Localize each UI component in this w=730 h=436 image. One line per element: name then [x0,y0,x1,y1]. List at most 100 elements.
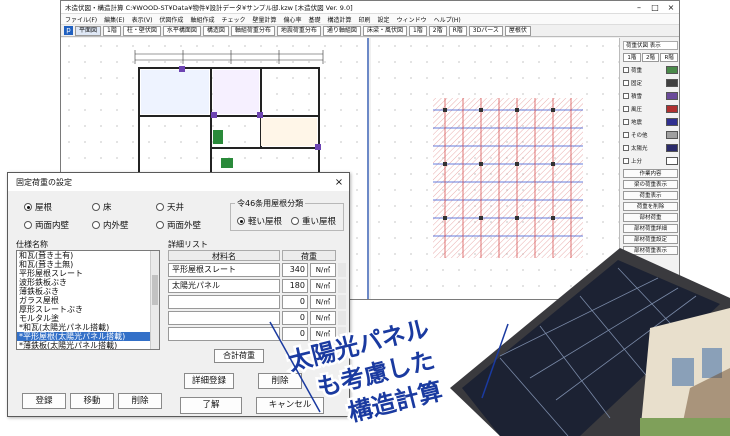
toolbar-tab[interactable]: 柱・壁伏図 [122,25,161,36]
menu-item[interactable]: 設定 [378,15,390,24]
list-item[interactable]: 薄鉄板ぶき [17,287,159,296]
panel-button[interactable]: 梁の荷重表示 [623,180,678,189]
layer-checkbox[interactable] [623,80,629,86]
menu-item[interactable]: 基礎 [309,15,321,24]
menu-item[interactable]: ファイル(F) [65,15,97,24]
layer-color-swatch[interactable] [666,131,678,139]
scroll-thumb[interactable] [152,275,158,305]
minimize-icon[interactable]: – [631,1,647,13]
spec-listbox[interactable]: 和瓦(葺き土有) 和瓦(葺き土無) 平形屋根スレート 波形鉄板ぶき 薄鉄板ぶき … [16,250,160,350]
menu-item[interactable]: 編集(E) [104,15,124,24]
load-value-field[interactable]: 340 [282,263,308,277]
toolbar-tab[interactable]: 床梁・風伏図 [362,25,407,36]
toolbar-tab[interactable]: 3Dパース [468,25,503,36]
layer-color-swatch[interactable] [666,92,678,100]
radio-ceiling[interactable]: 天井 [156,201,184,213]
layer-checkbox[interactable] [623,119,629,125]
close-icon[interactable]: × [329,177,349,188]
menu-item[interactable]: 印刷 [359,15,371,24]
menu-item[interactable]: 構造計算 [328,15,352,24]
floor-button[interactable]: 1階 [623,53,641,62]
list-item[interactable]: 波形鉄板ぶき [17,278,159,287]
menu-item[interactable]: 軸組作成 [190,15,214,24]
list-item[interactable]: 厚形スレートぶき [17,305,159,314]
toolbar-tab[interactable]: 1階 [408,25,427,36]
toolbar-tab[interactable]: 地震荷重分布 [276,25,321,36]
delete-spec-button[interactable]: 削除 [118,393,162,409]
floor-button[interactable]: R階 [660,53,679,62]
menu-item[interactable]: ヘルプ(H) [434,15,461,24]
layer-row[interactable]: 積雪 [623,91,678,101]
panel-header[interactable]: 荷重伏図 表示 [623,41,678,50]
list-scrollbar[interactable] [150,251,159,349]
radio-floor[interactable]: 床 [92,201,112,213]
material-name-field[interactable]: 太陽光パネル [168,279,280,293]
move-button[interactable]: 移動 [70,393,114,409]
toolbar-tab[interactable]: 平面図 [75,25,102,36]
list-item[interactable]: モルタル塗 [17,314,159,323]
toolbar-tab[interactable]: 屋根伏 [504,25,531,36]
radio-both-outer-walls[interactable]: 両面外壁 [156,219,201,231]
radio-light-roof[interactable]: 軽い屋根 [237,215,282,227]
layer-color-swatch[interactable] [666,66,678,74]
panel-button[interactable]: 荷重を削除 [623,202,678,211]
layer-checkbox[interactable] [623,93,629,99]
ok-button[interactable]: 了解 [180,397,242,414]
layer-row[interactable]: その他 [623,130,678,140]
layer-color-swatch[interactable] [666,79,678,87]
floor-button[interactable]: 2階 [641,53,660,62]
toolbar-tab[interactable]: 通り軸組図 [322,25,361,36]
panel-button[interactable]: 部材荷重 [623,213,678,222]
layer-checkbox[interactable] [623,158,629,164]
register-button[interactable]: 登録 [22,393,66,409]
panel-button[interactable]: 部材荷重詳細 [623,224,678,233]
menu-item[interactable]: 伏図作成 [159,15,183,24]
layer-checkbox[interactable] [623,145,629,151]
close-window-icon[interactable]: × [663,1,679,13]
list-item[interactable]: 和瓦(葺き土有) [17,251,159,260]
toolbar-tab[interactable]: 水平構面図 [162,25,201,36]
list-item[interactable]: 平形屋根スレート [17,269,159,278]
layer-color-swatch[interactable] [666,118,678,126]
maximize-icon[interactable]: □ [647,1,663,13]
list-item-selected[interactable]: *平形屋根(太陽光パネル搭載) [17,332,159,341]
row-scroll-icon[interactable] [338,279,346,293]
list-item[interactable]: 和瓦(葺き土無) [17,260,159,269]
layer-color-swatch[interactable] [666,105,678,113]
layer-row[interactable]: 太陽光 [623,143,678,153]
layer-row[interactable]: 固定 [623,78,678,88]
menu-item[interactable]: 壁量計算 [252,15,276,24]
list-item[interactable]: *和瓦(太陽光パネル搭載) [17,323,159,332]
toolbar-tab[interactable]: R階 [448,25,467,36]
layer-row[interactable]: 風圧 [623,104,678,114]
detail-register-button[interactable]: 詳細登録 [184,373,234,389]
layer-row[interactable]: 荷重 [623,65,678,75]
toolbar-tab[interactable]: 軸組荷重分布 [230,25,275,36]
material-name-field[interactable]: 平形屋根スレート [168,263,280,277]
toolbar-tab[interactable]: 構造図 [202,25,229,36]
list-item[interactable]: ガラス屋根 [17,296,159,305]
list-item[interactable]: *薄鉄板(太陽光パネル搭載) [17,341,159,349]
layer-checkbox[interactable] [623,132,629,138]
layer-color-swatch[interactable] [666,157,678,165]
layer-checkbox[interactable] [623,67,629,73]
layer-checkbox[interactable] [623,106,629,112]
row-scroll-icon[interactable] [338,263,346,277]
menu-item[interactable]: チェック [221,15,245,24]
radio-heavy-roof[interactable]: 重い屋根 [291,215,336,227]
radio-inner-outer-walls[interactable]: 内外壁 [92,219,129,231]
toolbar-tab[interactable]: 2階 [428,25,447,36]
panel-button[interactable]: 作業内容 [623,169,678,178]
radio-both-inner-walls[interactable]: 両面内壁 [24,219,69,231]
menu-item[interactable]: ウィンドウ [397,15,427,24]
menu-item[interactable]: 偏心率 [283,15,301,24]
load-value-field[interactable]: 180 [282,279,308,293]
radio-label: 内外壁 [103,221,129,231]
toolbar-tab[interactable]: 1階 [103,25,121,36]
layer-row[interactable]: 地震 [623,117,678,127]
layer-row[interactable]: 上分 [623,156,678,166]
panel-button[interactable]: 荷重表示 [623,191,678,200]
layer-color-swatch[interactable] [666,144,678,152]
menu-item[interactable]: 表示(V) [132,15,153,24]
radio-roof[interactable]: 屋根 [24,201,52,213]
